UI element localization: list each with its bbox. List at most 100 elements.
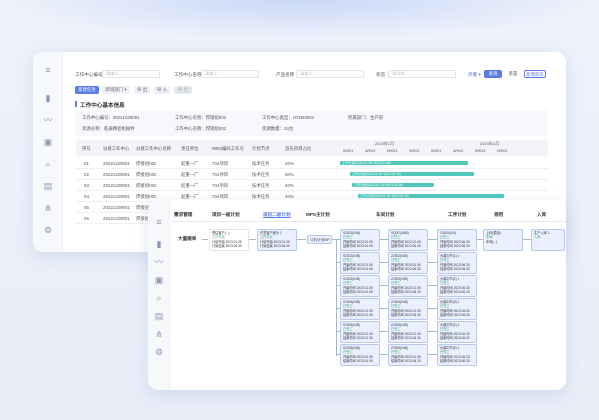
table-cell: 起重一厂: [181, 172, 199, 177]
table-cell: 40%: [285, 183, 294, 188]
share-icon[interactable]: ⋔: [42, 202, 54, 214]
demand-node[interactable]: 大量跟单: [178, 236, 196, 242]
search-doc-icon[interactable]: ⌕: [153, 292, 165, 304]
new-task-button[interactable]: 新建任务: [75, 86, 99, 94]
row-divider: [76, 168, 548, 169]
col-process: 工序计划: [448, 212, 467, 217]
table-cell: 焊接组002: [136, 172, 157, 177]
calendar-icon[interactable]: ▣: [42, 136, 54, 148]
process2-node[interactable]: 1J0001(04) 已完工 开始时间 2023.06.30 结束时间 2023.06…: [437, 229, 477, 251]
table-cell: 02: [84, 172, 89, 177]
table-cell: 起重一厂: [181, 183, 199, 188]
workshop-node[interactable]: S2305(04B) 已完工 开始时间 2023.01.05 结束时间 2023.01…: [340, 321, 380, 343]
connector-line: [336, 239, 337, 356]
col-header: 计划节点: [252, 146, 270, 151]
wc-name-input[interactable]: 请输入: [201, 70, 259, 78]
connector-line: [428, 354, 437, 355]
week-header: WK03: [387, 149, 398, 153]
gantt-bar[interactable]: 工作计划(2023.01.25~2023.02.08): [350, 172, 474, 176]
connector-line: [249, 239, 256, 240]
process-node[interactable]: Z2302(04B) 已完工 开始时间 2023.01.05 结束时间 2023.06…: [388, 252, 428, 274]
calendar-icon[interactable]: ▣: [153, 274, 165, 286]
mps-node[interactable]: 订料计划MP: [307, 235, 332, 244]
process-node[interactable]: Z2304(04B) 已完工 开始时间 2023.01.05 结束时间 2023.06…: [388, 298, 428, 320]
process2-node[interactable]: 大端中节(4) 1 已完工 开始时间 2023.06.30 结束时间 2023.06.…: [437, 321, 477, 343]
week-header: WK01: [343, 149, 354, 153]
pick-node[interactable]: 上料(模拟) 车间- 车间(...): [483, 229, 523, 251]
workshop-node[interactable]: S2301(04B) 已完工 开始时间 2023.01.05 结束时间 2023.01…: [340, 229, 380, 251]
new-dept-button[interactable]: 新增部门 ▾: [102, 86, 130, 94]
reset-button[interactable]: 重置: [505, 70, 521, 78]
process-node[interactable]: Z2305(04B) 已完工 开始时间 2023.01.05 结束时间 2023.06…: [388, 321, 428, 343]
share-icon[interactable]: ⋔: [153, 328, 165, 340]
process-node[interactable]: Z2303(04B) 已完工 开始时间 2023.01.05 结束时间 2023.06…: [388, 275, 428, 297]
process-node-line: 结束时间 2023.06.30: [391, 359, 421, 364]
workshop-node[interactable]: S2302(04B) 已完工 开始时间 2023.01.05 结束时间 2023.01…: [340, 252, 380, 274]
process2-node-line: 结束时间 2023.06.30: [440, 290, 470, 295]
info-field: 工作中心类型：HYD60001: [262, 115, 315, 120]
wc-code-input[interactable]: 请输入: [102, 70, 160, 78]
workshop-node[interactable]: S2306(04B) 已完工 开始时间 2023.01.05 结束时间 2023.01…: [340, 344, 380, 366]
trend-icon[interactable]: 〰: [42, 114, 54, 126]
process2-node-line: 结束时间 2023.06.30: [440, 267, 470, 272]
wc-name-label: 工作中心名称: [174, 72, 202, 77]
week-header: WK02: [365, 149, 376, 153]
process2-node-line: 结束时间 2023.06.30: [440, 313, 470, 318]
level2-node[interactable]: 开发客户部分 1 工作节点 计划开始 2023.01.05 计划结束 2023.06.…: [257, 229, 297, 251]
workshop-node[interactable]: S2303(04B) 已完工 开始时间 2023.01.05 结束时间 2023.01…: [340, 275, 380, 297]
pick-node-line: 车间(...): [486, 239, 498, 244]
clipboard-icon[interactable]: ▤: [42, 180, 54, 192]
sidebar: ≡ ▮ 〰 ▣ ⌕ ▤ ⋔ ⚙: [148, 200, 170, 390]
col-workshop: 车间计划: [376, 212, 395, 217]
connector-line: [380, 354, 388, 355]
section-title: 工作中心基本信息: [80, 103, 125, 109]
col-level2[interactable]: 项目二级计划: [263, 212, 291, 218]
info-field: 所属部门：生产部: [348, 115, 384, 120]
wc-code-label: 工作中心编号: [75, 72, 103, 77]
process-node[interactable]: Z2306(04B) 已完工 开始时间 2023.01.05 结束时间 2023.06…: [388, 344, 428, 366]
connector-line: [428, 308, 437, 309]
query-button[interactable]: 查询: [484, 70, 502, 78]
workshop-node[interactable]: S2304(04B) 已完工 开始时间 2023.01.05 结束时间 2023.01…: [340, 298, 380, 320]
bar-chart-icon[interactable]: ▮: [42, 92, 54, 104]
gantt-bar[interactable]: 工作计划(2023.01.25~2023.02.08): [352, 183, 434, 187]
new-storage-button[interactable]: 新增库房: [524, 70, 546, 78]
store-node[interactable]: 生产入库 1 入库...: [531, 229, 565, 251]
process-node-line: 结束时间 2023.06.30: [391, 267, 421, 272]
month-header: 2023年1月: [375, 141, 395, 146]
export-disabled-button[interactable]: 导 出: [174, 86, 192, 94]
level1-node[interactable]: 预估客户(...) 工作节点 计划开始 2023.01.05 计划结束 2023.06…: [209, 229, 249, 251]
bar-chart-icon[interactable]: ▮: [153, 238, 165, 250]
process2-node[interactable]: 大端中节(2) 1 已完工 开始时间 2023.06.30 结束时间 2023.06.…: [437, 275, 477, 297]
gantt-bar[interactable]: 工作计划(2023.01.25~2023.02.08): [358, 194, 504, 198]
process2-node[interactable]: 大端中节(1) 1 已完工 开始时间 2023.06.30 结束时间 2023.06.…: [437, 252, 477, 274]
table-cell: 焊接组002: [136, 183, 157, 188]
row-divider: [76, 190, 548, 191]
settings-icon[interactable]: ⚙: [42, 224, 54, 236]
process2-node-line: 结束时间 2023.06.30: [440, 244, 470, 249]
menu-icon[interactable]: ≡: [42, 64, 54, 76]
table-cell: 704项目: [212, 183, 229, 188]
connector-line: [380, 262, 388, 263]
status-select[interactable]: 请选择: [388, 70, 456, 78]
collapse-toggle[interactable]: 折叠 ▾: [468, 72, 481, 78]
table-cell: 01: [84, 161, 89, 166]
menu-icon[interactable]: ≡: [153, 216, 165, 228]
process2-node[interactable]: 大端中节(5) 1 已完工 开始时间 2023.06.30 结束时间 2023.06.…: [437, 344, 477, 366]
process2-node-line: 结束时间 2023.06.30: [440, 359, 470, 364]
process-node-line: 结束时间 2023.06.30: [391, 290, 421, 295]
search-doc-icon[interactable]: ⌕: [42, 158, 54, 170]
process2-node[interactable]: 大端中节(3) 1 已完工 开始时间 2023.06.30 结束时间 2023.06.…: [437, 298, 477, 320]
import-button[interactable]: 导 入: [154, 86, 170, 94]
table-cell: 05: [84, 205, 89, 210]
export-button[interactable]: 导 出: [134, 86, 150, 94]
table-cell: 06: [84, 216, 89, 221]
workshop-node-line: 结束时间 2023.01.05: [343, 244, 373, 249]
trend-icon[interactable]: 〰: [153, 256, 165, 268]
clipboard-icon[interactable]: ▤: [153, 310, 165, 322]
gantt-bar[interactable]: 工作计划(2023.01.25~2023.02.08): [340, 161, 468, 165]
connector-line: [428, 331, 437, 332]
process-node[interactable]: SQ001(04B) 已完工 开始时间 2023.01.05 结束时间 2023.06…: [388, 229, 428, 251]
settings-icon[interactable]: ⚙: [153, 346, 165, 358]
product-name-input[interactable]: 请输入: [296, 70, 364, 78]
